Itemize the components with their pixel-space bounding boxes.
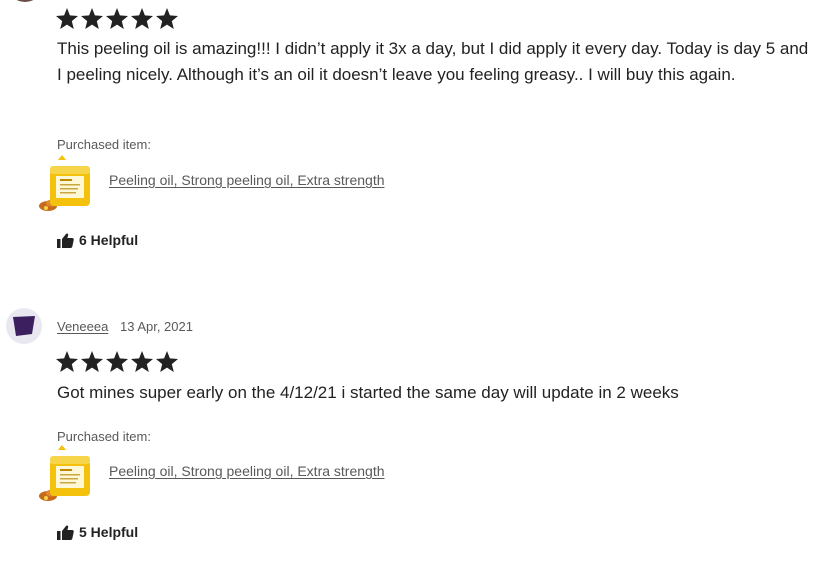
reviews-page: This peeling oil is amazing!!! I didn’t … bbox=[0, 0, 832, 569]
star-icon bbox=[155, 7, 179, 30]
reviewer-avatar[interactable] bbox=[6, 308, 42, 344]
purchased-item-label: Purchased item: bbox=[57, 137, 151, 152]
star-icon bbox=[80, 7, 104, 30]
star-icon bbox=[55, 7, 79, 30]
review-text: This peeling oil is amazing!!! I didn’t … bbox=[57, 39, 809, 84]
purchased-item-link[interactable]: Peeling oil, Strong peeling oil, Extra s… bbox=[109, 172, 385, 188]
star-rating bbox=[55, 350, 179, 373]
product-thumbnail[interactable] bbox=[38, 444, 94, 504]
review-meta: Veneeea 13 Apr, 2021 bbox=[57, 319, 193, 334]
star-icon bbox=[155, 350, 179, 373]
star-icon bbox=[55, 350, 79, 373]
helpful-button[interactable]: 6 Helpful bbox=[57, 232, 138, 248]
purchased-item-link[interactable]: Peeling oil, Strong peeling oil, Extra s… bbox=[109, 463, 385, 479]
purchased-item-label: Purchased item: bbox=[57, 429, 151, 444]
product-thumbnail[interactable] bbox=[38, 154, 94, 214]
helpful-count: 5 Helpful bbox=[79, 524, 139, 540]
star-icon bbox=[130, 7, 154, 30]
review-card: This peeling oil is amazing!!! I didn’t … bbox=[0, 0, 832, 280]
star-icon bbox=[130, 350, 154, 373]
star-icon bbox=[80, 350, 104, 373]
helpful-button[interactable]: 5 Helpful bbox=[57, 524, 138, 540]
thumbs-up-icon bbox=[57, 233, 74, 248]
star-icon bbox=[105, 7, 129, 30]
review-card: Veneeea 13 Apr, 2021 Got mines super ear… bbox=[0, 300, 832, 569]
star-icon bbox=[105, 350, 129, 373]
review-date: 13 Apr, 2021 bbox=[119, 319, 193, 334]
review-text: Got mines super early on the 4/12/21 i s… bbox=[57, 383, 679, 402]
thumbs-up-icon bbox=[57, 525, 74, 540]
helpful-count: 6 Helpful bbox=[79, 232, 139, 248]
star-rating bbox=[55, 7, 179, 30]
reviewer-name-link[interactable]: Veneeea bbox=[57, 319, 108, 334]
